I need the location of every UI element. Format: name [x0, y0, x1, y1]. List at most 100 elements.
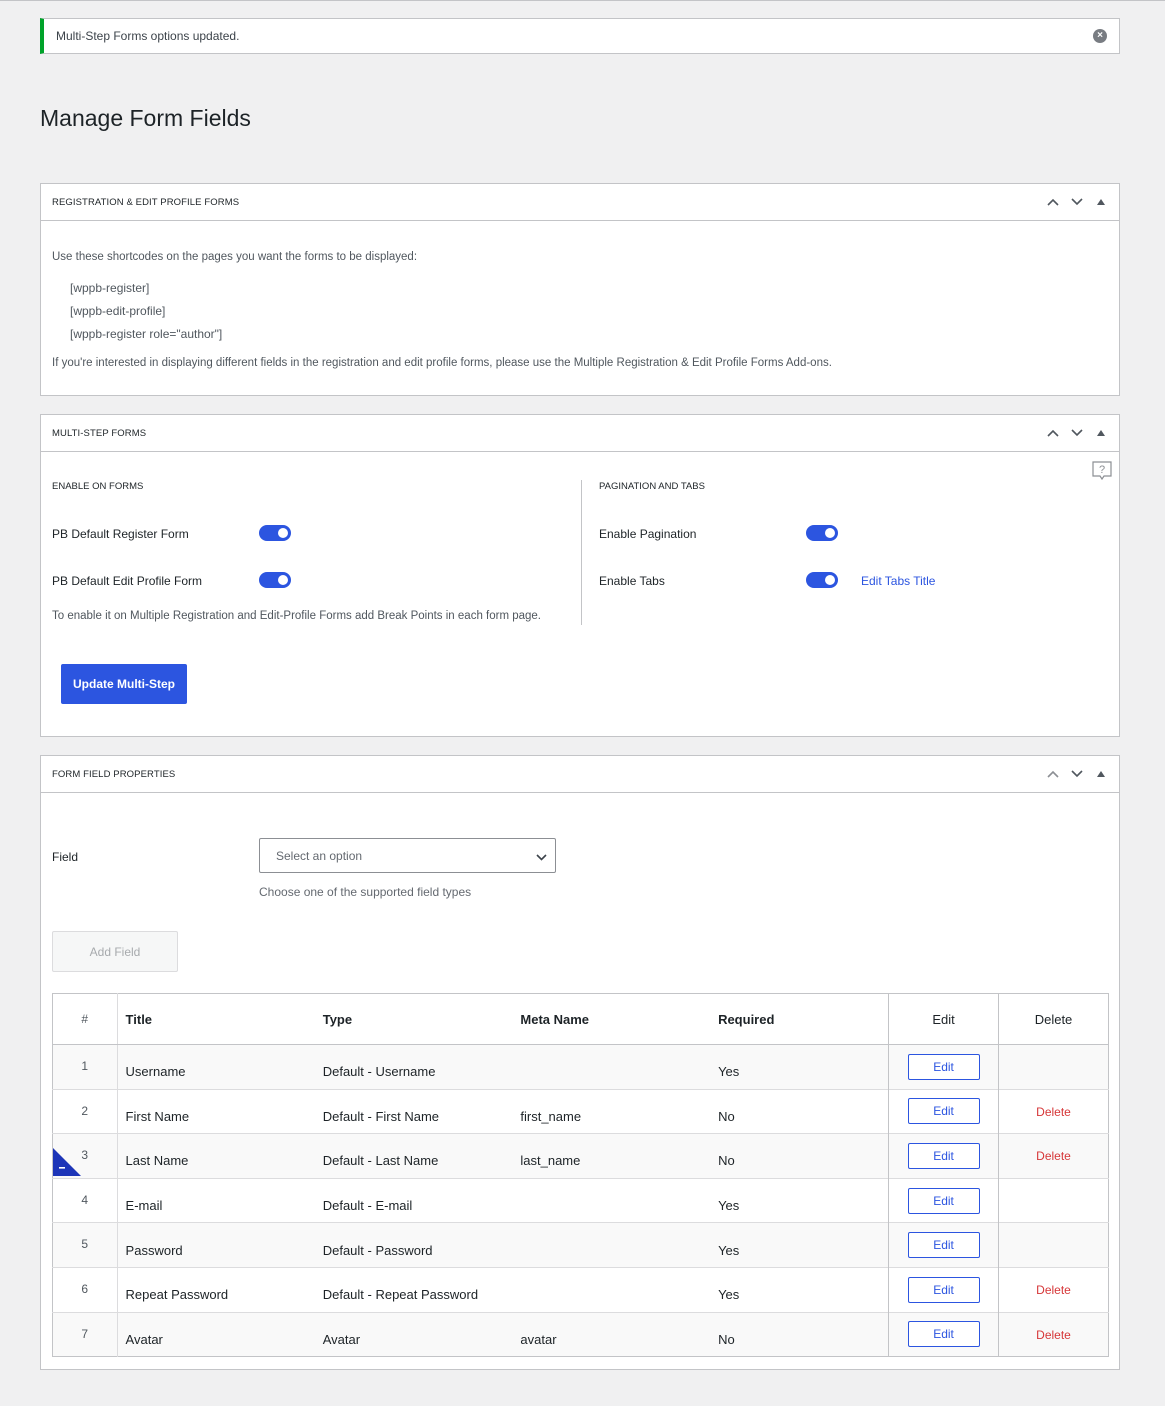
edit-profile-form-toggle[interactable]	[259, 572, 291, 588]
row-num: 5	[52, 1222, 118, 1268]
edit-button[interactable]: Edit	[907, 1276, 980, 1303]
page-title: Manage Form Fields	[40, 105, 251, 131]
row-type: Avatar	[314, 1311, 513, 1357]
table-row[interactable]: 2 First Name Default - First Name first_…	[52, 1088, 1109, 1134]
edit-button[interactable]: Edit	[907, 1321, 980, 1348]
edit-button[interactable]: Edit	[907, 1187, 980, 1214]
delete-link[interactable]: Delete	[1036, 1283, 1071, 1297]
row-type: Default - E-mail	[314, 1177, 513, 1223]
table-row[interactable]: 3 Last Name Default - Last Name last_nam…	[52, 1133, 1109, 1179]
edit-tabs-title-link[interactable]: Edit Tabs Title	[861, 574, 935, 588]
row-meta: first_name	[512, 1088, 711, 1134]
col-required: Required	[710, 993, 889, 1045]
row-meta: last_name	[512, 1133, 711, 1179]
row-title: Avatar	[117, 1311, 315, 1357]
form-field-properties-box: FORM FIELD PROPERTIES Field Select an op…	[40, 755, 1120, 1370]
move-down-icon[interactable]	[1067, 193, 1087, 211]
row-meta	[512, 1177, 711, 1223]
move-up-icon[interactable]	[1043, 765, 1063, 783]
row-type: Default - Username	[314, 1044, 513, 1090]
row-meta	[512, 1222, 711, 1268]
row-required: Yes	[710, 1177, 889, 1223]
column-divider	[581, 480, 582, 625]
row-edit-cell: Edit	[888, 1177, 999, 1223]
edit-button[interactable]: Edit	[907, 1142, 980, 1169]
dismiss-icon[interactable]: ×	[1093, 29, 1107, 43]
tabs-toggle[interactable]	[806, 572, 838, 588]
row-required: Yes	[710, 1222, 889, 1268]
move-down-icon[interactable]	[1067, 424, 1087, 442]
pagination-label: Enable Pagination	[599, 527, 697, 541]
row-num: 2	[52, 1088, 118, 1134]
row-type: Default - Last Name	[314, 1133, 513, 1179]
box-title: REGISTRATION & EDIT PROFILE FORMS	[52, 196, 240, 208]
row-delete-cell	[998, 1222, 1109, 1268]
table-row[interactable]: 6 Repeat Password Default - Repeat Passw…	[52, 1266, 1109, 1313]
field-type-select[interactable]: Select an option	[259, 838, 556, 873]
shortcode-edit-profile: [wppb-edit-profile]	[70, 304, 166, 318]
table-row[interactable]: 5 Password Default - Password Yes Edit	[52, 1222, 1109, 1268]
edit-button[interactable]: Edit	[907, 1053, 980, 1080]
row-num: 7	[52, 1311, 118, 1357]
success-notice: Multi-Step Forms options updated. ×	[40, 18, 1120, 54]
row-title: First Name	[117, 1088, 315, 1134]
row-type: Default - Password	[314, 1222, 513, 1268]
update-multi-step-button[interactable]: Update Multi-Step	[61, 664, 187, 704]
col-edit: Edit	[888, 993, 999, 1045]
addon-info: If you're interested in displaying diffe…	[52, 357, 832, 369]
register-form-toggle[interactable]	[259, 525, 291, 541]
collapse-toggle-icon[interactable]	[1091, 193, 1111, 211]
table-row[interactable]: 7 Avatar Avatar avatar No Edit Delete	[52, 1311, 1109, 1357]
help-icon[interactable]: ?	[1091, 460, 1113, 485]
drag-corner-icon[interactable]	[53, 1148, 81, 1179]
row-title: Repeat Password	[117, 1266, 315, 1313]
box-header: FORM FIELD PROPERTIES	[41, 756, 1119, 793]
move-up-icon[interactable]	[1043, 424, 1063, 442]
edit-button[interactable]: Edit	[907, 1098, 980, 1125]
row-required: No	[710, 1311, 889, 1357]
row-type: Default - Repeat Password	[314, 1266, 513, 1313]
break-points-note: To enable it on Multiple Registration an…	[52, 610, 542, 622]
table-row[interactable]: 1 Username Default - Username Yes Edit	[52, 1044, 1109, 1090]
delete-link[interactable]: Delete	[1036, 1105, 1071, 1119]
row-edit-cell: Edit	[888, 1222, 999, 1268]
collapse-toggle-icon[interactable]	[1091, 765, 1111, 783]
box-handle-actions	[1043, 765, 1111, 783]
row-required: Yes	[710, 1044, 889, 1090]
row-num: 6	[52, 1266, 118, 1313]
box-title: FORM FIELD PROPERTIES	[52, 768, 176, 780]
row-delete-cell	[998, 1177, 1109, 1223]
tabs-label: Enable Tabs	[599, 574, 665, 588]
field-label: Field	[52, 850, 79, 864]
chevron-down-icon	[536, 850, 547, 864]
select-description: Choose one of the supported field types	[259, 885, 472, 899]
row-title: E-mail	[117, 1177, 315, 1223]
table-header-row: # Title Type Meta Name Required Edit Del…	[52, 993, 1109, 1045]
row-meta	[512, 1266, 711, 1313]
row-num: 1	[52, 1044, 118, 1090]
row-delete-cell: Delete	[998, 1133, 1109, 1179]
enable-on-forms-heading: ENABLE ON FORMS	[52, 481, 144, 492]
row-title: Password	[117, 1222, 315, 1268]
row-edit-cell: Edit	[888, 1311, 999, 1357]
edit-button[interactable]: Edit	[907, 1232, 980, 1259]
row-delete-cell	[998, 1044, 1109, 1090]
table-row[interactable]: 4 E-mail Default - E-mail Yes Edit	[52, 1177, 1109, 1223]
delete-link[interactable]: Delete	[1036, 1149, 1071, 1163]
row-edit-cell: Edit	[888, 1088, 999, 1134]
row-num: 4	[52, 1177, 118, 1223]
move-up-icon[interactable]	[1043, 193, 1063, 211]
multi-step-forms-box: MULTI-STEP FORMS ? ENABLE ON FORMS PAGIN…	[40, 414, 1120, 737]
delete-link[interactable]: Delete	[1036, 1328, 1071, 1342]
move-down-icon[interactable]	[1067, 765, 1087, 783]
row-delete-cell: Delete	[998, 1311, 1109, 1357]
collapse-toggle-icon[interactable]	[1091, 424, 1111, 442]
pagination-toggle[interactable]	[806, 525, 838, 541]
col-num: #	[52, 993, 118, 1045]
add-field-button[interactable]: Add Field	[52, 931, 178, 972]
row-type: Default - First Name	[314, 1088, 513, 1134]
pagination-tabs-heading: PAGINATION AND TABS	[599, 481, 705, 492]
col-delete: Delete	[998, 993, 1109, 1045]
register-form-label: PB Default Register Form	[52, 527, 189, 541]
box-title: MULTI-STEP FORMS	[52, 427, 147, 439]
